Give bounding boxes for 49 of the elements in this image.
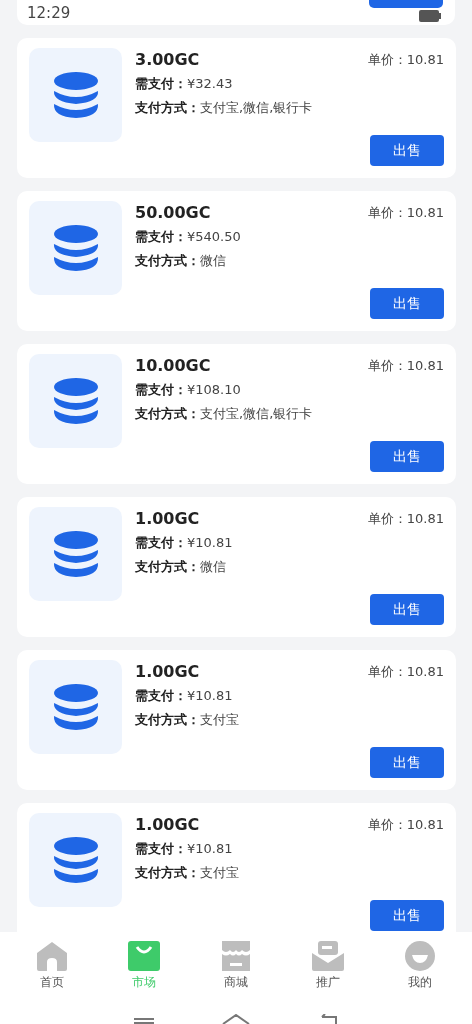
- unit-price: 单价：10.81: [367, 509, 444, 528]
- sell-button[interactable]: 出售: [370, 441, 444, 472]
- coin-stack-icon: [52, 683, 99, 731]
- payment-methods: 支付方式：支付宝: [135, 711, 240, 729]
- payment-methods: 支付方式：支付宝,微信,银行卡: [135, 99, 314, 117]
- tab[interactable]: 首页: [17, 941, 87, 991]
- amount: 10.00GC: [135, 356, 211, 375]
- payment-methods: 支付方式：支付宝: [135, 864, 240, 882]
- status-time: 12:29: [27, 4, 71, 22]
- tab[interactable]: 商城: [201, 941, 271, 991]
- shopping-bag-icon: [128, 941, 160, 971]
- battery-icon: [419, 10, 441, 22]
- amount: 1.00GC: [135, 662, 200, 681]
- payment-amount: 需支付：¥10.81: [135, 534, 234, 552]
- coin-stack-icon: [52, 71, 99, 119]
- home-icon[interactable]: [222, 1014, 250, 1024]
- tab[interactable]: 我的: [385, 941, 455, 991]
- coin-stack-icon: [52, 377, 99, 425]
- sell-button[interactable]: 出售: [370, 288, 444, 319]
- amount: 1.00GC: [135, 509, 200, 528]
- payment-amount: 需支付：¥10.81: [135, 840, 234, 858]
- mail-icon: [312, 941, 344, 971]
- home-icon: [36, 941, 68, 971]
- unit-price: 单价：10.81: [367, 815, 444, 834]
- payment-amount: 需支付：¥10.81: [135, 687, 234, 705]
- unit-price: 单价：10.81: [367, 50, 444, 69]
- payment-amount: 需支付：¥108.10: [135, 381, 242, 399]
- unit-price: 单价：10.81: [367, 203, 444, 222]
- payment-amount: 需支付：¥540.50: [135, 228, 242, 246]
- payment-methods: 支付方式：支付宝,微信,银行卡: [135, 405, 314, 423]
- payment-amount: 需支付：¥32.43: [135, 75, 234, 93]
- smiley-icon: [404, 941, 436, 971]
- tab[interactable]: 推广: [293, 941, 363, 991]
- sell-button[interactable]: 出售: [370, 900, 444, 931]
- payment-methods: 支付方式：微信: [135, 558, 227, 576]
- amount: 3.00GC: [135, 50, 200, 69]
- menu-icon[interactable]: [134, 1016, 154, 1024]
- store-icon: [220, 941, 252, 971]
- coin-stack-icon: [52, 836, 99, 884]
- unit-price: 单价：10.81: [367, 662, 444, 681]
- payment-methods: 支付方式：微信: [135, 252, 227, 270]
- unit-price: 单价：10.81: [367, 356, 444, 375]
- sell-button[interactable]: 出售: [370, 747, 444, 778]
- coin-stack-icon: [52, 224, 99, 272]
- coin-stack-icon: [52, 530, 99, 578]
- sell-button[interactable]: 出售: [370, 135, 444, 166]
- sell-button[interactable]: 出售: [370, 594, 444, 625]
- amount: 1.00GC: [135, 815, 200, 834]
- amount: 50.00GC: [135, 203, 211, 222]
